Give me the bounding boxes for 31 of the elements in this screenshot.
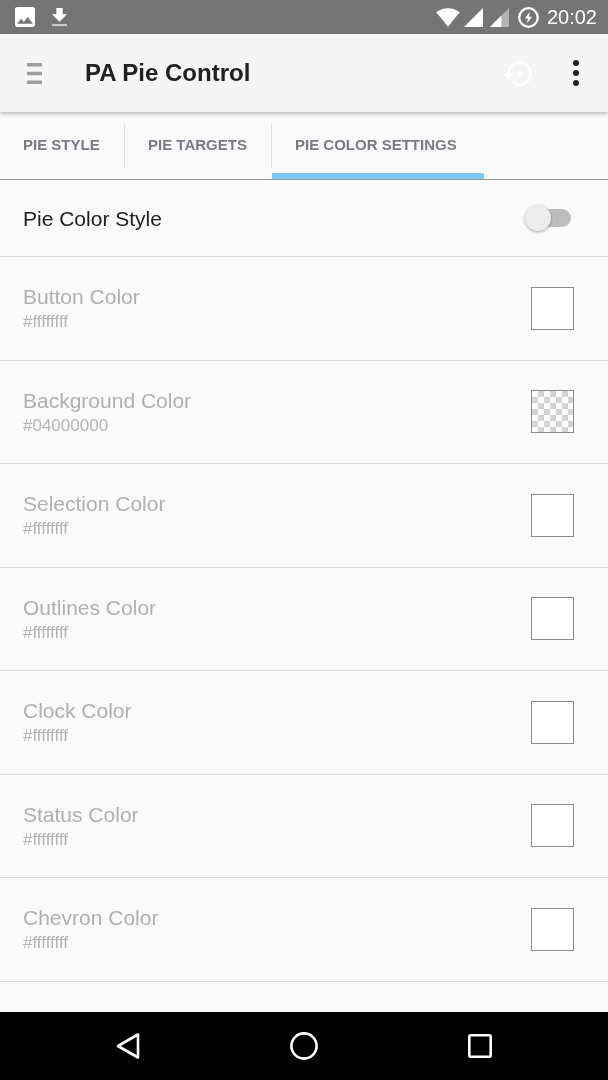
app-title: PA Pie Control bbox=[85, 61, 251, 85]
setting-value: #ffffffff bbox=[23, 518, 70, 541]
setting-value: #ffffffff bbox=[23, 311, 70, 334]
setting-value: #ffffffff bbox=[23, 621, 70, 644]
home-icon[interactable] bbox=[290, 1032, 318, 1060]
image-icon bbox=[15, 7, 35, 27]
setting-title: Button Color bbox=[23, 284, 140, 311]
setting-value: #ffffffff bbox=[23, 725, 70, 748]
clock-time: 20:02 bbox=[546, 7, 597, 27]
setting-value: #ffffffff bbox=[23, 932, 70, 955]
bolt-circle-icon bbox=[517, 6, 539, 28]
menu-icon[interactable] bbox=[27, 62, 42, 84]
tab[interactable]: PIE TARGETS bbox=[125, 112, 271, 179]
setting-title: Clock Color bbox=[23, 698, 132, 725]
wifi-icon bbox=[435, 7, 460, 27]
tab[interactable]: PIE STYLE bbox=[0, 112, 124, 179]
recents-icon[interactable] bbox=[468, 1034, 492, 1058]
overflow-menu-icon[interactable] bbox=[573, 60, 579, 86]
setting-title: Selection Color bbox=[23, 491, 166, 518]
setting-value: #04000000 bbox=[23, 414, 110, 437]
signal-icon bbox=[463, 7, 483, 27]
download-icon bbox=[52, 7, 67, 27]
back-icon[interactable] bbox=[116, 1033, 140, 1059]
setting-title: Pie Color Style bbox=[23, 207, 162, 229]
signal-icon bbox=[489, 7, 509, 27]
setting-title: Background Color bbox=[23, 387, 192, 414]
setting-title: Outlines Color bbox=[23, 594, 157, 621]
setting-value: #ffffffff bbox=[23, 828, 70, 851]
toggle-switch[interactable] bbox=[525, 205, 571, 231]
setting-title: Status Color bbox=[23, 801, 139, 828]
setting-title: Chevron Color bbox=[23, 905, 159, 932]
